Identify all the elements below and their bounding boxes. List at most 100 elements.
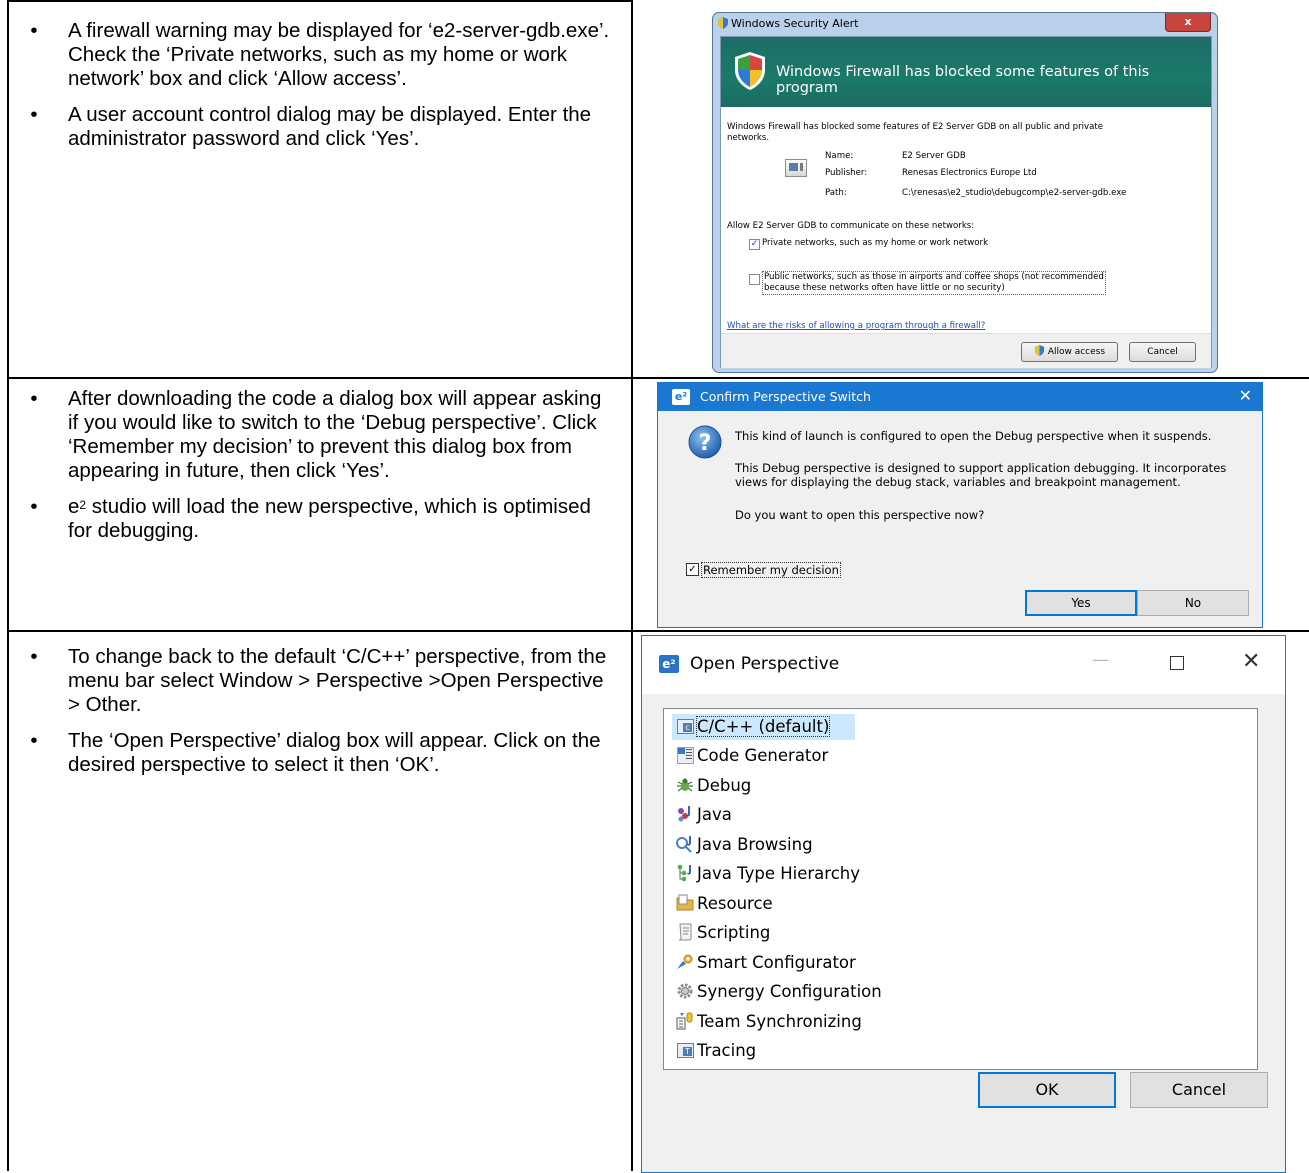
dialog-content: Windows Firewall has blocked some featur… — [720, 36, 1212, 368]
dialog-title: Confirm Perspective Switch — [700, 389, 871, 404]
banner: Windows Firewall has blocked some featur… — [721, 37, 1211, 107]
perspective-item-java-type-hierarchy[interactable]: Java Type Hierarchy — [676, 861, 860, 887]
uac-shield-icon — [1034, 345, 1045, 356]
table-border-left — [7, 0, 9, 1171]
list-item: • A firewall warning may be displayed for… — [24, 19, 614, 91]
svg-text:?: ? — [699, 431, 712, 456]
message-line3: Do you want to open this perspective now… — [735, 508, 985, 522]
message-line2a: This Debug perspective is designed to su… — [735, 461, 1227, 475]
private-network-label[interactable]: Private networks, such as my home or wor… — [762, 238, 988, 249]
perspective-label: Synergy Configuration — [697, 982, 882, 1001]
shield-icon — [735, 52, 765, 90]
perspective-label: Team Synchronizing — [697, 1012, 862, 1031]
perspective-item-debug[interactable]: Debug — [676, 773, 751, 799]
java-browsing-icon — [676, 835, 694, 853]
list-item: • To change back to the default ‘C/C++’ p… — [24, 645, 614, 717]
perspective-item-scripting[interactable]: Scripting — [676, 920, 770, 946]
dialog-body: c C/C++ (default) Code Generator Debug Ja… — [642, 694, 1285, 1172]
perspective-label: Tracing — [697, 1041, 757, 1060]
public-network-checkbox[interactable] — [749, 274, 760, 285]
path-label: Path: — [825, 188, 847, 198]
row2-text: • After downloading the code a dialog box… — [24, 387, 614, 555]
row-divider-1 — [7, 377, 1309, 379]
row-divider-2 — [7, 630, 1309, 632]
close-button[interactable]: ✕ — [1239, 386, 1252, 405]
cancel-button[interactable]: Cancel — [1129, 342, 1196, 362]
yes-button[interactable]: Yes — [1025, 590, 1137, 616]
perspective-item-tracing[interactable]: T Tracing — [676, 1038, 756, 1064]
perspective-label: Java Type Hierarchy — [697, 864, 860, 883]
team-sync-icon — [676, 1012, 694, 1030]
bullet-text: After downloading the code a dialog box … — [68, 387, 602, 482]
perspective-label: Smart Configurator — [697, 953, 856, 972]
perspective-item-synergy-configuration[interactable]: Synergy Configuration — [676, 979, 882, 1005]
close-button[interactable]: x — [1165, 13, 1211, 32]
perspective-label: Java Browsing — [697, 835, 813, 854]
java-icon — [676, 805, 694, 823]
perspective-item-c-cpp[interactable]: c C/C++ (default) — [672, 714, 856, 740]
bullet-text: The ‘Open Perspective’ dialog box will a… — [68, 729, 601, 776]
remember-label[interactable]: Remember my decision — [701, 562, 841, 578]
allow-access-button[interactable]: Allow access — [1021, 342, 1118, 362]
publisher-value: Renesas Electronics Europe Ltd — [902, 168, 1037, 178]
perspective-item-team-synchronizing[interactable]: Team Synchronizing — [676, 1009, 862, 1035]
allow-access-label: Allow access — [1047, 347, 1106, 357]
perspective-item-smart-configurator[interactable]: Smart Configurator — [676, 950, 856, 976]
message-line2b: views for displaying the debug stack, va… — [735, 475, 1181, 489]
public-network-label-line1: Public networks, such as those in airpor… — [764, 272, 1104, 282]
type-hierarchy-icon — [676, 864, 694, 882]
tracing-icon: T — [676, 1041, 694, 1059]
remember-checkbox[interactable]: ✓ — [686, 563, 699, 576]
path-value: C:\renesas\e2_studio\debugcomp\e2-server… — [902, 188, 1127, 198]
e2-prefix: e — [68, 495, 80, 518]
name-value: E2 Server GDB — [902, 151, 966, 161]
firewall-alert-dialog: Windows Security Alert x Windows Firewal… — [713, 13, 1217, 372]
row1-text: • A firewall warning may be displayed for… — [24, 19, 614, 163]
bullet: • — [30, 103, 38, 126]
perspective-item-resource[interactable]: Resource — [676, 891, 773, 917]
minimize-button[interactable]: — — [1092, 650, 1109, 670]
row3-text: • To change back to the default ‘C/C++’ p… — [24, 645, 614, 789]
close-button[interactable]: ✕ — [1242, 649, 1260, 674]
allow-networks-text: Allow E2 Server GDB to communicate on th… — [727, 221, 975, 231]
ok-button[interactable]: OK — [978, 1072, 1116, 1108]
table-border-top — [7, 0, 633, 2]
perspective-list[interactable]: c C/C++ (default) Code Generator Debug Ja… — [663, 708, 1258, 1070]
bullet-text: A firewall warning may be displayed for … — [68, 19, 610, 90]
title-bar: e² Confirm Perspective Switch ✕ — [658, 383, 1262, 411]
cpp-perspective-icon: c — [676, 717, 694, 735]
bullet-text: A user account control dialog may be dis… — [68, 103, 592, 150]
bullet: • — [30, 387, 38, 410]
name-label: Name: — [825, 151, 854, 161]
perspective-item-java-browsing[interactable]: Java Browsing — [676, 832, 813, 858]
message-line1: This kind of launch is configured to ope… — [735, 429, 1212, 443]
list-item: • The ‘Open Perspective’ dialog box will … — [24, 729, 614, 777]
maximize-button[interactable] — [1170, 656, 1184, 670]
public-network-label[interactable]: Public networks, such as those in airpor… — [762, 271, 1106, 295]
cancel-button[interactable]: Cancel — [1130, 1072, 1268, 1108]
no-button[interactable]: No — [1137, 590, 1249, 616]
dialog-title: Open Perspective — [690, 654, 840, 674]
scripting-icon — [676, 923, 694, 941]
list-item: • e2 studio will load the new perspective… — [24, 495, 614, 543]
intro-text: Windows Firewall has blocked some featur… — [727, 122, 1104, 143]
table-border-middle — [631, 0, 633, 1171]
firewall-risks-link[interactable]: What are the risks of allowing a program… — [727, 321, 985, 332]
bullet: • — [30, 729, 38, 752]
perspective-item-code-generator[interactable]: Code Generator — [676, 743, 828, 769]
perspective-label: Resource — [697, 894, 773, 913]
perspective-label: Java — [697, 805, 732, 824]
e2-logo-icon: e² — [672, 389, 690, 405]
perspective-item-java[interactable]: Java — [676, 802, 732, 828]
resource-folder-icon — [676, 894, 694, 912]
title-bar: e² Open Perspective — ✕ — [642, 636, 1285, 694]
publisher-label: Publisher: — [825, 168, 868, 178]
private-network-checkbox[interactable]: ✓ — [749, 239, 760, 250]
banner-text: Windows Firewall has blocked some featur… — [776, 64, 1150, 96]
smart-configurator-icon — [676, 953, 694, 971]
perspective-label: C/C++ (default) — [695, 716, 831, 737]
window-title: Windows Security Alert — [731, 17, 859, 30]
confirm-perspective-dialog: e² Confirm Perspective Switch ✕ ? This k… — [657, 382, 1263, 628]
list-item: • After downloading the code a dialog box… — [24, 387, 614, 483]
list-item: • A user account control dialog may be di… — [24, 103, 614, 151]
